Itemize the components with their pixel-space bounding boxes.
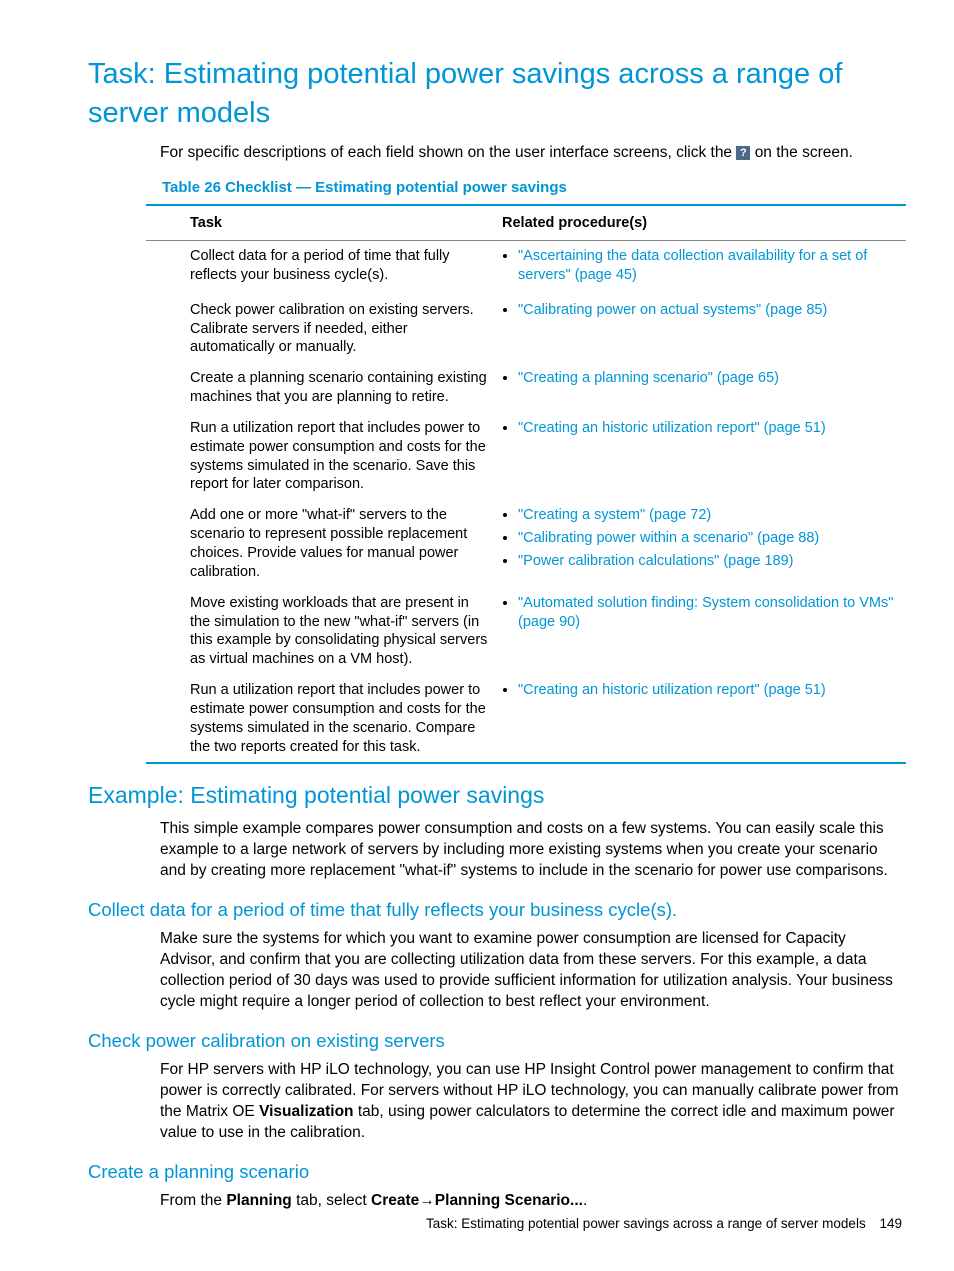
- procedure-item: "Ascertaining the data collection availa…: [518, 247, 898, 285]
- task-cell: Add one or more "what-if" servers to the…: [146, 500, 498, 587]
- procedure-list: "Creating a system" (page 72) "Calibratin…: [502, 506, 898, 571]
- scenario-text-c: .: [583, 1192, 587, 1209]
- page-footer: Task: Estimating potential power savings…: [426, 1215, 902, 1233]
- procedure-cell: "Ascertaining the data collection availa…: [498, 241, 906, 295]
- procedure-link[interactable]: "Calibrating power on actual systems" (p…: [518, 302, 827, 318]
- procedure-item: "Creating a planning scenario" (page 65): [518, 369, 898, 388]
- table-row: Check power calibration on existing serv…: [146, 295, 906, 364]
- procedure-item: "Creating an historic utilization report…: [518, 419, 898, 438]
- table-row: Create a planning scenario containing ex…: [146, 363, 906, 413]
- table-row: Add one or more "what-if" servers to the…: [146, 500, 906, 587]
- task-cell: Create a planning scenario containing ex…: [146, 363, 498, 413]
- procedure-list: "Creating an historic utilization report…: [502, 681, 898, 700]
- col-procedures: Related procedure(s): [498, 205, 906, 240]
- intro-text-b: on the screen.: [755, 144, 853, 161]
- table-row: Run a utilization report that includes p…: [146, 675, 906, 763]
- procedure-item: "Creating a system" (page 72): [518, 506, 898, 525]
- procedure-list: "Ascertaining the data collection availa…: [502, 247, 898, 285]
- procedure-link[interactable]: "Ascertaining the data collection availa…: [518, 248, 867, 283]
- procedure-cell: "Creating an historic utilization report…: [498, 413, 906, 500]
- example-paragraph: This simple example compares power consu…: [160, 819, 904, 882]
- procedure-item: "Calibrating power on actual systems" (p…: [518, 301, 898, 320]
- arrow: →: [419, 1192, 435, 1209]
- procedure-link[interactable]: "Creating a planning scenario" (page 65): [518, 370, 779, 386]
- checklist-table: Task Related procedure(s) Collect data f…: [146, 204, 906, 764]
- procedure-link[interactable]: "Creating a system" (page 72): [518, 507, 711, 523]
- table-row: Run a utilization report that includes p…: [146, 413, 906, 500]
- task-cell: Run a utilization report that includes p…: [146, 675, 498, 763]
- section-collect-body: Make sure the systems for which you want…: [160, 929, 904, 1013]
- page-title: Task: Estimating potential power savings…: [88, 55, 904, 133]
- task-cell: Check power calibration on existing serv…: [146, 295, 498, 364]
- col-task: Task: [146, 205, 498, 240]
- example-text: This simple example compares power consu…: [160, 819, 904, 882]
- table-row: Collect data for a period of time that f…: [146, 241, 906, 295]
- section-collect-text: Make sure the systems for which you want…: [160, 929, 904, 1013]
- planning-scenario-bold: Planning Scenario...: [435, 1192, 583, 1209]
- task-cell: Run a utilization report that includes p…: [146, 413, 498, 500]
- procedure-link[interactable]: "Creating an historic utilization report…: [518, 682, 826, 698]
- procedure-item: "Calibrating power within a scenario" (p…: [518, 529, 898, 548]
- footer-title: Task: Estimating potential power savings…: [426, 1216, 866, 1231]
- document-page: Task: Estimating potential power savings…: [0, 0, 954, 1271]
- procedure-item: "Power calibration calculations" (page 1…: [518, 552, 898, 571]
- procedure-cell: "Creating a system" (page 72) "Calibratin…: [498, 500, 906, 587]
- planning-bold: Planning: [226, 1192, 291, 1209]
- procedure-cell: "Creating a planning scenario" (page 65): [498, 363, 906, 413]
- visualization-bold: Visualization: [259, 1103, 353, 1120]
- section-calibration-body: For HP servers with HP iLO technology, y…: [160, 1060, 904, 1144]
- help-icon[interactable]: ?: [736, 146, 750, 160]
- section-scenario-body: From the Planning tab, select Create→Pla…: [160, 1191, 904, 1212]
- procedure-link[interactable]: "Automated solution finding: System cons…: [518, 595, 893, 630]
- table-row: Move existing workloads that are present…: [146, 588, 906, 675]
- section-collect-heading: Collect data for a period of time that f…: [88, 898, 904, 923]
- procedure-list: "Creating a planning scenario" (page 65): [502, 369, 898, 388]
- procedure-link[interactable]: "Calibrating power within a scenario" (p…: [518, 530, 819, 546]
- section-scenario-heading: Create a planning scenario: [88, 1160, 904, 1185]
- procedure-item: "Automated solution finding: System cons…: [518, 594, 898, 632]
- task-cell: Move existing workloads that are present…: [146, 588, 498, 675]
- table-caption: Table 26 Checklist — Estimating potentia…: [162, 178, 904, 198]
- scenario-text-a: From the: [160, 1192, 226, 1209]
- procedure-list: "Automated solution finding: System cons…: [502, 594, 898, 632]
- procedure-link[interactable]: "Power calibration calculations" (page 1…: [518, 553, 793, 569]
- intro-paragraph: For specific descriptions of each field …: [160, 143, 904, 164]
- procedure-list: "Calibrating power on actual systems" (p…: [502, 301, 898, 320]
- intro-text-a: For specific descriptions of each field …: [160, 144, 736, 161]
- procedure-cell: "Automated solution finding: System cons…: [498, 588, 906, 675]
- table-header-row: Task Related procedure(s): [146, 205, 906, 240]
- procedure-cell: "Creating an historic utilization report…: [498, 675, 906, 763]
- task-cell: Collect data for a period of time that f…: [146, 241, 498, 295]
- create-bold: Create: [371, 1192, 419, 1209]
- procedure-link[interactable]: "Creating an historic utilization report…: [518, 420, 826, 436]
- procedure-cell: "Calibrating power on actual systems" (p…: [498, 295, 906, 364]
- section-calibration-heading: Check power calibration on existing serv…: [88, 1029, 904, 1054]
- procedure-item: "Creating an historic utilization report…: [518, 681, 898, 700]
- page-number: 149: [879, 1216, 902, 1231]
- scenario-text-b: tab, select: [292, 1192, 371, 1209]
- example-heading: Example: Estimating potential power savi…: [88, 780, 904, 811]
- procedure-list: "Creating an historic utilization report…: [502, 419, 898, 438]
